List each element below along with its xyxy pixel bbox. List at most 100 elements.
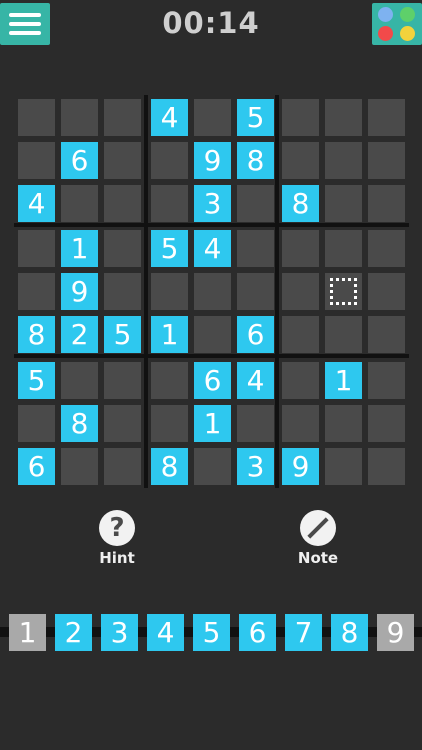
given-cell[interactable]: 4 <box>151 99 188 136</box>
given-cell[interactable]: 8 <box>18 316 55 353</box>
board-divider-horizontal <box>14 354 409 358</box>
numpad-button[interactable]: 2 <box>55 614 92 651</box>
empty-cell[interactable] <box>237 185 274 222</box>
note-label: Note <box>297 549 339 567</box>
given-cell[interactable]: 9 <box>194 142 231 179</box>
given-cell[interactable]: 8 <box>61 405 98 442</box>
numpad-button[interactable]: 6 <box>239 614 276 651</box>
empty-cell[interactable] <box>368 448 405 485</box>
given-cell[interactable]: 9 <box>61 273 98 310</box>
empty-cell[interactable] <box>194 273 231 310</box>
empty-cell[interactable] <box>61 448 98 485</box>
given-cell[interactable]: 1 <box>151 316 188 353</box>
pencil-slash-icon <box>300 510 336 546</box>
empty-cell[interactable] <box>325 99 362 136</box>
empty-cell[interactable] <box>104 448 141 485</box>
given-cell[interactable]: 1 <box>194 405 231 442</box>
empty-cell[interactable] <box>368 316 405 353</box>
empty-cell[interactable] <box>325 230 362 267</box>
empty-cell[interactable] <box>18 405 55 442</box>
given-cell[interactable]: 1 <box>61 230 98 267</box>
empty-cell[interactable] <box>18 142 55 179</box>
empty-cell[interactable] <box>368 362 405 399</box>
numpad-button[interactable]: 3 <box>101 614 138 651</box>
numpad-button[interactable]: 7 <box>285 614 322 651</box>
empty-cell[interactable] <box>282 99 319 136</box>
given-cell[interactable]: 5 <box>151 230 188 267</box>
given-cell[interactable]: 2 <box>61 316 98 353</box>
empty-cell[interactable] <box>325 185 362 222</box>
empty-cell[interactable] <box>325 316 362 353</box>
empty-cell[interactable] <box>368 185 405 222</box>
given-cell[interactable]: 6 <box>61 142 98 179</box>
empty-cell[interactable] <box>282 362 319 399</box>
board-divider-vertical <box>275 95 279 488</box>
given-cell[interactable]: 8 <box>237 142 274 179</box>
given-cell[interactable]: 8 <box>151 448 188 485</box>
numpad-button[interactable]: 4 <box>147 614 184 651</box>
given-cell[interactable]: 8 <box>282 185 319 222</box>
given-cell[interactable]: 6 <box>237 316 274 353</box>
selected-cell[interactable] <box>325 273 362 310</box>
empty-cell[interactable] <box>151 362 188 399</box>
numpad-button[interactable]: 1 <box>9 614 46 651</box>
empty-cell[interactable] <box>237 405 274 442</box>
empty-cell[interactable] <box>151 142 188 179</box>
empty-cell[interactable] <box>151 273 188 310</box>
empty-cell[interactable] <box>61 362 98 399</box>
empty-cell[interactable] <box>61 99 98 136</box>
empty-cell[interactable] <box>104 273 141 310</box>
board-divider-horizontal <box>14 223 409 227</box>
given-cell[interactable]: 6 <box>18 448 55 485</box>
empty-cell[interactable] <box>104 362 141 399</box>
empty-cell[interactable] <box>151 405 188 442</box>
given-cell[interactable]: 4 <box>237 362 274 399</box>
given-cell[interactable]: 5 <box>18 362 55 399</box>
empty-cell[interactable] <box>237 273 274 310</box>
board-divider-vertical <box>144 95 148 488</box>
given-cell[interactable]: 5 <box>237 99 274 136</box>
given-cell[interactable]: 4 <box>18 185 55 222</box>
sudoku-board: 456984381549825165641816839 <box>0 0 422 500</box>
given-cell[interactable]: 4 <box>194 230 231 267</box>
given-cell[interactable]: 6 <box>194 362 231 399</box>
empty-cell[interactable] <box>368 99 405 136</box>
empty-cell[interactable] <box>368 273 405 310</box>
numpad-button[interactable]: 5 <box>193 614 230 651</box>
empty-cell[interactable] <box>104 99 141 136</box>
empty-cell[interactable] <box>194 448 231 485</box>
empty-cell[interactable] <box>18 99 55 136</box>
empty-cell[interactable] <box>61 185 98 222</box>
empty-cell[interactable] <box>282 316 319 353</box>
given-cell[interactable]: 9 <box>282 448 319 485</box>
empty-cell[interactable] <box>282 273 319 310</box>
empty-cell[interactable] <box>18 230 55 267</box>
empty-cell[interactable] <box>194 99 231 136</box>
numpad-button[interactable]: 9 <box>377 614 414 651</box>
given-cell[interactable]: 3 <box>194 185 231 222</box>
hint-button[interactable]: ? Hint <box>87 510 147 567</box>
empty-cell[interactable] <box>237 230 274 267</box>
empty-cell[interactable] <box>104 185 141 222</box>
given-cell[interactable]: 1 <box>325 362 362 399</box>
empty-cell[interactable] <box>104 230 141 267</box>
empty-cell[interactable] <box>104 405 141 442</box>
empty-cell[interactable] <box>104 142 141 179</box>
empty-cell[interactable] <box>18 273 55 310</box>
empty-cell[interactable] <box>368 142 405 179</box>
empty-cell[interactable] <box>368 230 405 267</box>
given-cell[interactable]: 3 <box>237 448 274 485</box>
given-cell[interactable]: 5 <box>104 316 141 353</box>
empty-cell[interactable] <box>194 316 231 353</box>
empty-cell[interactable] <box>282 142 319 179</box>
empty-cell[interactable] <box>325 448 362 485</box>
hint-label: Hint <box>99 549 135 567</box>
empty-cell[interactable] <box>368 405 405 442</box>
empty-cell[interactable] <box>325 142 362 179</box>
note-button[interactable]: Note <box>288 510 348 567</box>
numpad-button[interactable]: 8 <box>331 614 368 651</box>
empty-cell[interactable] <box>151 185 188 222</box>
empty-cell[interactable] <box>282 230 319 267</box>
empty-cell[interactable] <box>282 405 319 442</box>
empty-cell[interactable] <box>325 405 362 442</box>
